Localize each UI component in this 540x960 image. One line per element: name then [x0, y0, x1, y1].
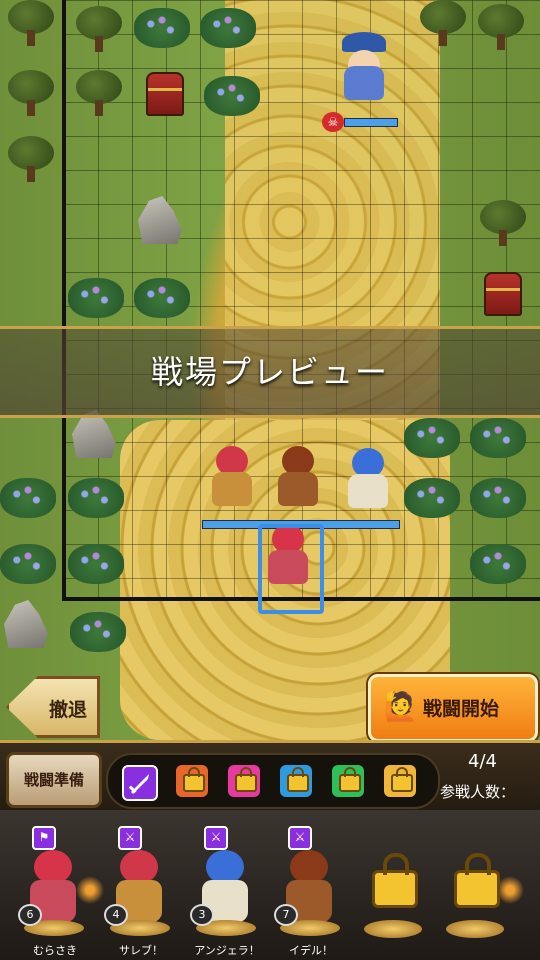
slot-lock-orange[interactable] [176, 765, 208, 797]
retreat-label: 撤退 [49, 699, 88, 721]
character-portrait [290, 850, 328, 884]
tree-icon [76, 6, 122, 52]
treasure-chest-icon[interactable] [146, 72, 184, 116]
character-portrait [206, 850, 244, 884]
flag-icon: ⚑ [32, 826, 56, 850]
lock-icon [391, 767, 413, 792]
treasure-chest-icon[interactable] [484, 272, 522, 316]
sword-icon[interactable] [122, 765, 158, 801]
start-battle-label: 戦闘開始 [423, 698, 500, 720]
member-name: むらさき [33, 944, 77, 957]
lock-icon [287, 767, 309, 792]
soldier-raise-icon: 🙋 [383, 690, 418, 723]
roster-member-angela[interactable]: ⚔ 3 アンジェラ！ [186, 826, 268, 960]
slot-lock-yellow[interactable] [384, 765, 416, 797]
tree-icon [478, 4, 524, 50]
slot-lock-pink[interactable] [228, 765, 260, 797]
flower-bush [68, 478, 124, 518]
lock-icon [454, 853, 500, 908]
level-badge: 3 [190, 904, 214, 926]
lock-icon [235, 767, 257, 792]
character-portrait [120, 850, 158, 884]
tree-icon [420, 0, 466, 46]
member-name: イデル！ [289, 944, 333, 957]
pedestal [446, 920, 504, 938]
slot-lock-blue[interactable] [280, 765, 312, 797]
skull-icon: ☠ [322, 112, 344, 132]
enemy-unit-mage[interactable] [334, 32, 394, 104]
locked-slot-6[interactable] [446, 850, 506, 950]
party-roster: ⚑ 6 むらさき ⚔ 4 サレブ！ ⚔ 3 アンジェラ！ ⚔ 7 イデル！ [0, 810, 540, 960]
lock-icon [372, 853, 418, 908]
battle-prep-label: 戦闘準備 [23, 771, 84, 789]
roster-member-murasaki[interactable]: ⚑ 6 むらさき [14, 826, 96, 960]
tree-icon [8, 0, 54, 46]
lock-icon [183, 767, 205, 792]
level-badge: 4 [104, 904, 128, 926]
tree-icon [8, 70, 54, 116]
map-boundary-left [62, 0, 66, 600]
flower-bush [134, 8, 190, 48]
lock-icon [339, 767, 361, 792]
flower-bush [70, 612, 126, 652]
preview-banner: 戦場プレビュー [0, 326, 540, 418]
flower-bush [0, 478, 56, 518]
slot-lock-green[interactable] [332, 765, 364, 797]
flower-bush [204, 76, 260, 116]
enemy-hp-bar [344, 118, 398, 127]
flower-bush [470, 544, 526, 584]
sword-icon: ⚔ [118, 826, 142, 850]
roster-member-salebu[interactable]: ⚔ 4 サレブ！ [100, 826, 182, 960]
battle-prep-panel: 戦闘準備 4/4 参戦人数： [0, 740, 540, 813]
participant-count: 4/4 [468, 751, 497, 772]
locked-slot-5[interactable] [364, 850, 424, 950]
flower-bush [200, 8, 256, 48]
flower-bush [404, 478, 460, 518]
tree-icon [8, 136, 54, 182]
participant-label: 参戦人数： [440, 783, 516, 801]
level-badge: 7 [274, 904, 298, 926]
character-portrait [34, 850, 72, 884]
player-unit-salebu[interactable] [202, 446, 262, 510]
selection-cursor [258, 524, 324, 614]
member-name: サレブ！ [119, 944, 163, 957]
flower-bush [68, 278, 124, 318]
sword-icon: ⚔ [288, 826, 312, 850]
banner-title: 戦場プレビュー [150, 353, 389, 391]
roster-member-ideru[interactable]: ⚔ 7 イデル！ [270, 826, 352, 960]
battle-prep-button[interactable]: 戦闘準備 [6, 752, 102, 808]
start-battle-button[interactable]: 🙋 戦闘開始 [368, 674, 538, 742]
weapon-slots [106, 753, 440, 809]
flower-bush [470, 418, 526, 458]
rock-icon [4, 600, 48, 648]
tree-icon [480, 200, 526, 246]
pedestal [364, 920, 422, 938]
flower-bush [0, 544, 56, 584]
player-unit-ideru[interactable] [268, 446, 328, 510]
member-name: アンジェラ！ [194, 944, 260, 957]
tree-icon [76, 70, 122, 116]
flower-bush [68, 544, 124, 584]
flower-bush [404, 418, 460, 458]
flower-bush [134, 278, 190, 318]
flower-bush [470, 478, 526, 518]
player-unit-angela[interactable] [338, 448, 398, 512]
sword-icon: ⚔ [204, 826, 228, 850]
level-badge: 6 [18, 904, 42, 926]
